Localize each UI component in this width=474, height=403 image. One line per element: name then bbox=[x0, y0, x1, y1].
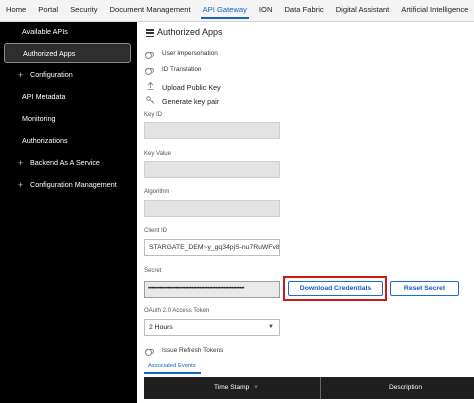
id-translation-toggle[interactable] bbox=[145, 68, 154, 75]
key-id-label: Key ID bbox=[144, 112, 163, 118]
user-impersonation-label: User Impersonation bbox=[162, 50, 218, 57]
oauth-token-select[interactable]: 2 Hours ▼ bbox=[144, 319, 280, 336]
expand-icon[interactable]: + bbox=[18, 153, 23, 173]
tab-associated-events[interactable]: Associated Events bbox=[148, 363, 196, 369]
events-table-header: Time Stamp ˅ Description bbox=[144, 377, 474, 399]
sidebar-item-available-apis[interactable]: Available APIs bbox=[4, 22, 131, 42]
sidebar-item-label: Configuration bbox=[30, 70, 73, 79]
tab-portal[interactable]: Portal bbox=[32, 0, 64, 21]
page-title: Authorized Apps bbox=[157, 27, 223, 37]
tab-api-gateway[interactable]: API Gateway bbox=[197, 0, 253, 21]
sidebar-item-label: Monitoring bbox=[22, 114, 56, 123]
user-impersonation-toggle[interactable] bbox=[145, 52, 154, 59]
sort-icon: ˅ bbox=[254, 384, 258, 391]
generate-key-pair-link[interactable]: Generate key pair bbox=[162, 97, 219, 106]
sidebar-item-label: Authorizations bbox=[22, 136, 68, 145]
tab-artificial-intelligence[interactable]: Artificial Intelligence bbox=[395, 0, 474, 21]
tab-ion[interactable]: ION bbox=[253, 0, 279, 21]
sidebar-item-label: Backend As A Service bbox=[30, 158, 100, 167]
issue-refresh-tokens-toggle[interactable] bbox=[145, 349, 154, 356]
chevron-down-icon: ▼ bbox=[268, 324, 274, 330]
client-id-label: Client ID bbox=[144, 228, 168, 234]
main-panel: Authorized Apps User Impersonation ID Tr… bbox=[137, 22, 474, 403]
issue-refresh-tokens-label: Issue Refresh Tokens bbox=[162, 347, 224, 354]
reset-secret-button[interactable]: Reset Secret bbox=[390, 281, 459, 296]
tab-document-management[interactable]: Document Management bbox=[104, 0, 197, 21]
client-id-field[interactable]: STARGATE_DEM~y_gq34pjS-nu7RuWFv8lS bbox=[144, 239, 280, 256]
sidebar-item-backend-as-a-service[interactable]: + Backend As A Service bbox=[4, 153, 131, 173]
sidebar-item-label: Authorized Apps bbox=[23, 49, 76, 58]
secret-field[interactable]: ••••••••••••••••••••••••••••••••••••••••… bbox=[144, 281, 280, 298]
column-description[interactable]: Description bbox=[389, 377, 422, 399]
expand-icon[interactable]: + bbox=[18, 175, 23, 195]
upload-icon bbox=[147, 81, 154, 92]
sidebar-item-configuration-management[interactable]: + Configuration Management bbox=[4, 175, 131, 195]
expand-icon[interactable]: + bbox=[18, 65, 23, 85]
key-value-field[interactable] bbox=[144, 161, 280, 178]
algorithm-label: Algorithm bbox=[144, 189, 170, 195]
tab-underline bbox=[144, 372, 201, 374]
oauth-token-label: OAuth 2.0 Access Token bbox=[144, 308, 210, 314]
algorithm-field[interactable] bbox=[144, 200, 280, 217]
sidebar: Available APIs Authorized Apps + Configu… bbox=[0, 22, 137, 403]
hamburger-menu-icon[interactable] bbox=[146, 29, 154, 38]
sidebar-item-label: Configuration Management bbox=[30, 180, 117, 189]
download-credentials-button[interactable]: Download Credentials bbox=[288, 281, 383, 296]
key-value-label: Key Value bbox=[144, 151, 171, 157]
column-label: Time Stamp bbox=[214, 384, 250, 391]
upload-public-key-link[interactable]: Upload Public Key bbox=[162, 83, 221, 92]
top-nav: Home Portal Security Document Management… bbox=[0, 0, 474, 22]
oauth-token-value: 2 Hours bbox=[149, 324, 173, 331]
sidebar-item-authorized-apps[interactable]: Authorized Apps bbox=[4, 43, 131, 63]
key-icon bbox=[146, 96, 155, 106]
column-divider bbox=[320, 377, 321, 399]
sidebar-item-label: Available APIs bbox=[22, 27, 68, 36]
column-time-stamp[interactable]: Time Stamp ˅ bbox=[214, 377, 258, 399]
sidebar-item-authorizations[interactable]: Authorizations bbox=[4, 131, 131, 151]
tab-digital-assistant[interactable]: Digital Assistant bbox=[330, 0, 396, 21]
tab-home[interactable]: Home bbox=[0, 0, 32, 21]
sidebar-item-api-metadata[interactable]: API Metadata bbox=[4, 87, 131, 107]
sidebar-item-label: API Metadata bbox=[22, 92, 66, 101]
tab-data-fabric[interactable]: Data Fabric bbox=[278, 0, 329, 21]
id-translation-label: ID Translation bbox=[162, 66, 202, 73]
key-id-field[interactable] bbox=[144, 122, 280, 139]
tab-security[interactable]: Security bbox=[64, 0, 103, 21]
secret-label: Secret bbox=[144, 268, 162, 274]
sidebar-item-configuration[interactable]: + Configuration bbox=[4, 65, 131, 85]
sidebar-item-monitoring[interactable]: Monitoring bbox=[4, 109, 131, 129]
